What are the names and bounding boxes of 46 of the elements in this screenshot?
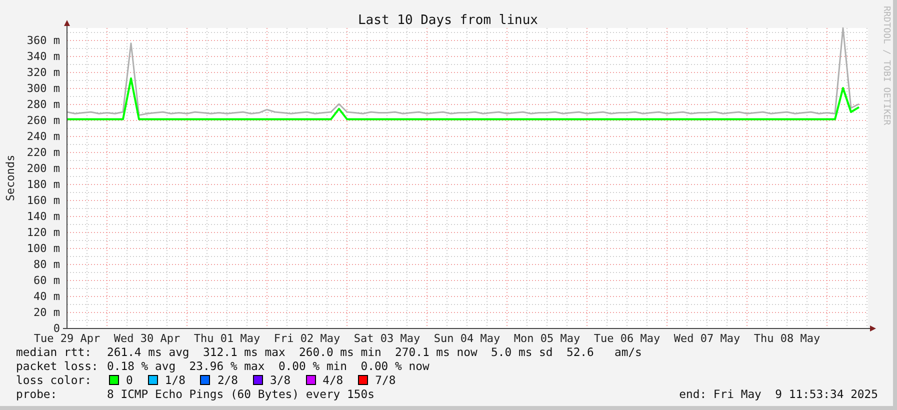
y-tick-label: 60 m (34, 274, 60, 287)
y-tick-label: 140 m (26, 210, 60, 223)
loss-color-label: 7/8 (375, 373, 396, 387)
y-tick-label: 40 m (34, 290, 60, 303)
legend-label: median rtt: (16, 345, 92, 359)
x-tick-label: Thu 08 May (754, 332, 820, 345)
end-timestamp: end: Fri May 9 11:53:34 2025 (679, 387, 878, 401)
y-tick-label: 300 m (26, 82, 60, 95)
y-tick-label: 80 m (34, 258, 60, 271)
legend-label: probe: (16, 387, 58, 401)
y-tick-label: 280 m (26, 98, 60, 111)
packet-loss-stats: 0.18 % avg 23.96 % max 0.00 % min 0.00 % now (107, 359, 430, 373)
x-tick-label: Tue 29 Apr (34, 332, 100, 345)
x-tick-label: Sun 04 May (434, 332, 500, 345)
loss-color-label: 0 (126, 373, 133, 387)
x-tick-label: Fri 02 May (274, 332, 340, 345)
y-tick-label: 20 m (34, 306, 60, 319)
y-tick-label: 240 m (26, 130, 60, 143)
probe-description: 8 ICMP Echo Pings (60 Bytes) every 150s (107, 387, 374, 401)
loss-color-label: 4/8 (322, 373, 344, 387)
y-tick-label: 200 m (26, 162, 60, 175)
legend-label: loss color: (16, 373, 92, 387)
x-tick-label: Thu 01 May (194, 332, 260, 345)
legend-label: packet loss: (16, 359, 100, 373)
y-tick-label: 0 (53, 322, 60, 335)
y-tick-label: 360 m (26, 34, 60, 47)
y-tick-label: 180 m (26, 178, 60, 191)
y-tick-label: 260 m (26, 114, 60, 127)
loss-color-label: 1/8 (164, 373, 186, 387)
y-tick-label: 160 m (26, 194, 60, 207)
y-tick-label: 340 m (26, 50, 60, 63)
y-tick-label: 100 m (26, 242, 60, 255)
x-tick-label: Mon 05 May (514, 332, 580, 345)
median-rtt-stats: 261.4 ms avg 312.1 ms max 260.0 ms min 270.1 ms now 5.0 ms sd 52.6 am/s (107, 345, 642, 359)
y-tick-label: 320 m (26, 66, 60, 79)
x-tick-label: Wed 07 May (674, 332, 740, 345)
y-axis-title: Seconds (4, 154, 17, 202)
watermark-credit: RRDTOOL / TOBI OETIKER (881, 6, 891, 126)
x-tick-label: Tue 06 May (594, 332, 660, 345)
y-tick-label: 220 m (26, 146, 60, 159)
x-tick-label: Wed 30 Apr (114, 332, 180, 345)
chart-title: Last 10 Days from linux (358, 13, 538, 28)
x-tick-label: Sat 03 May (354, 332, 420, 345)
y-tick-label: 120 m (26, 226, 60, 239)
loss-color-label: 2/8 (217, 373, 238, 387)
loss-color-label: 3/8 (270, 373, 291, 387)
